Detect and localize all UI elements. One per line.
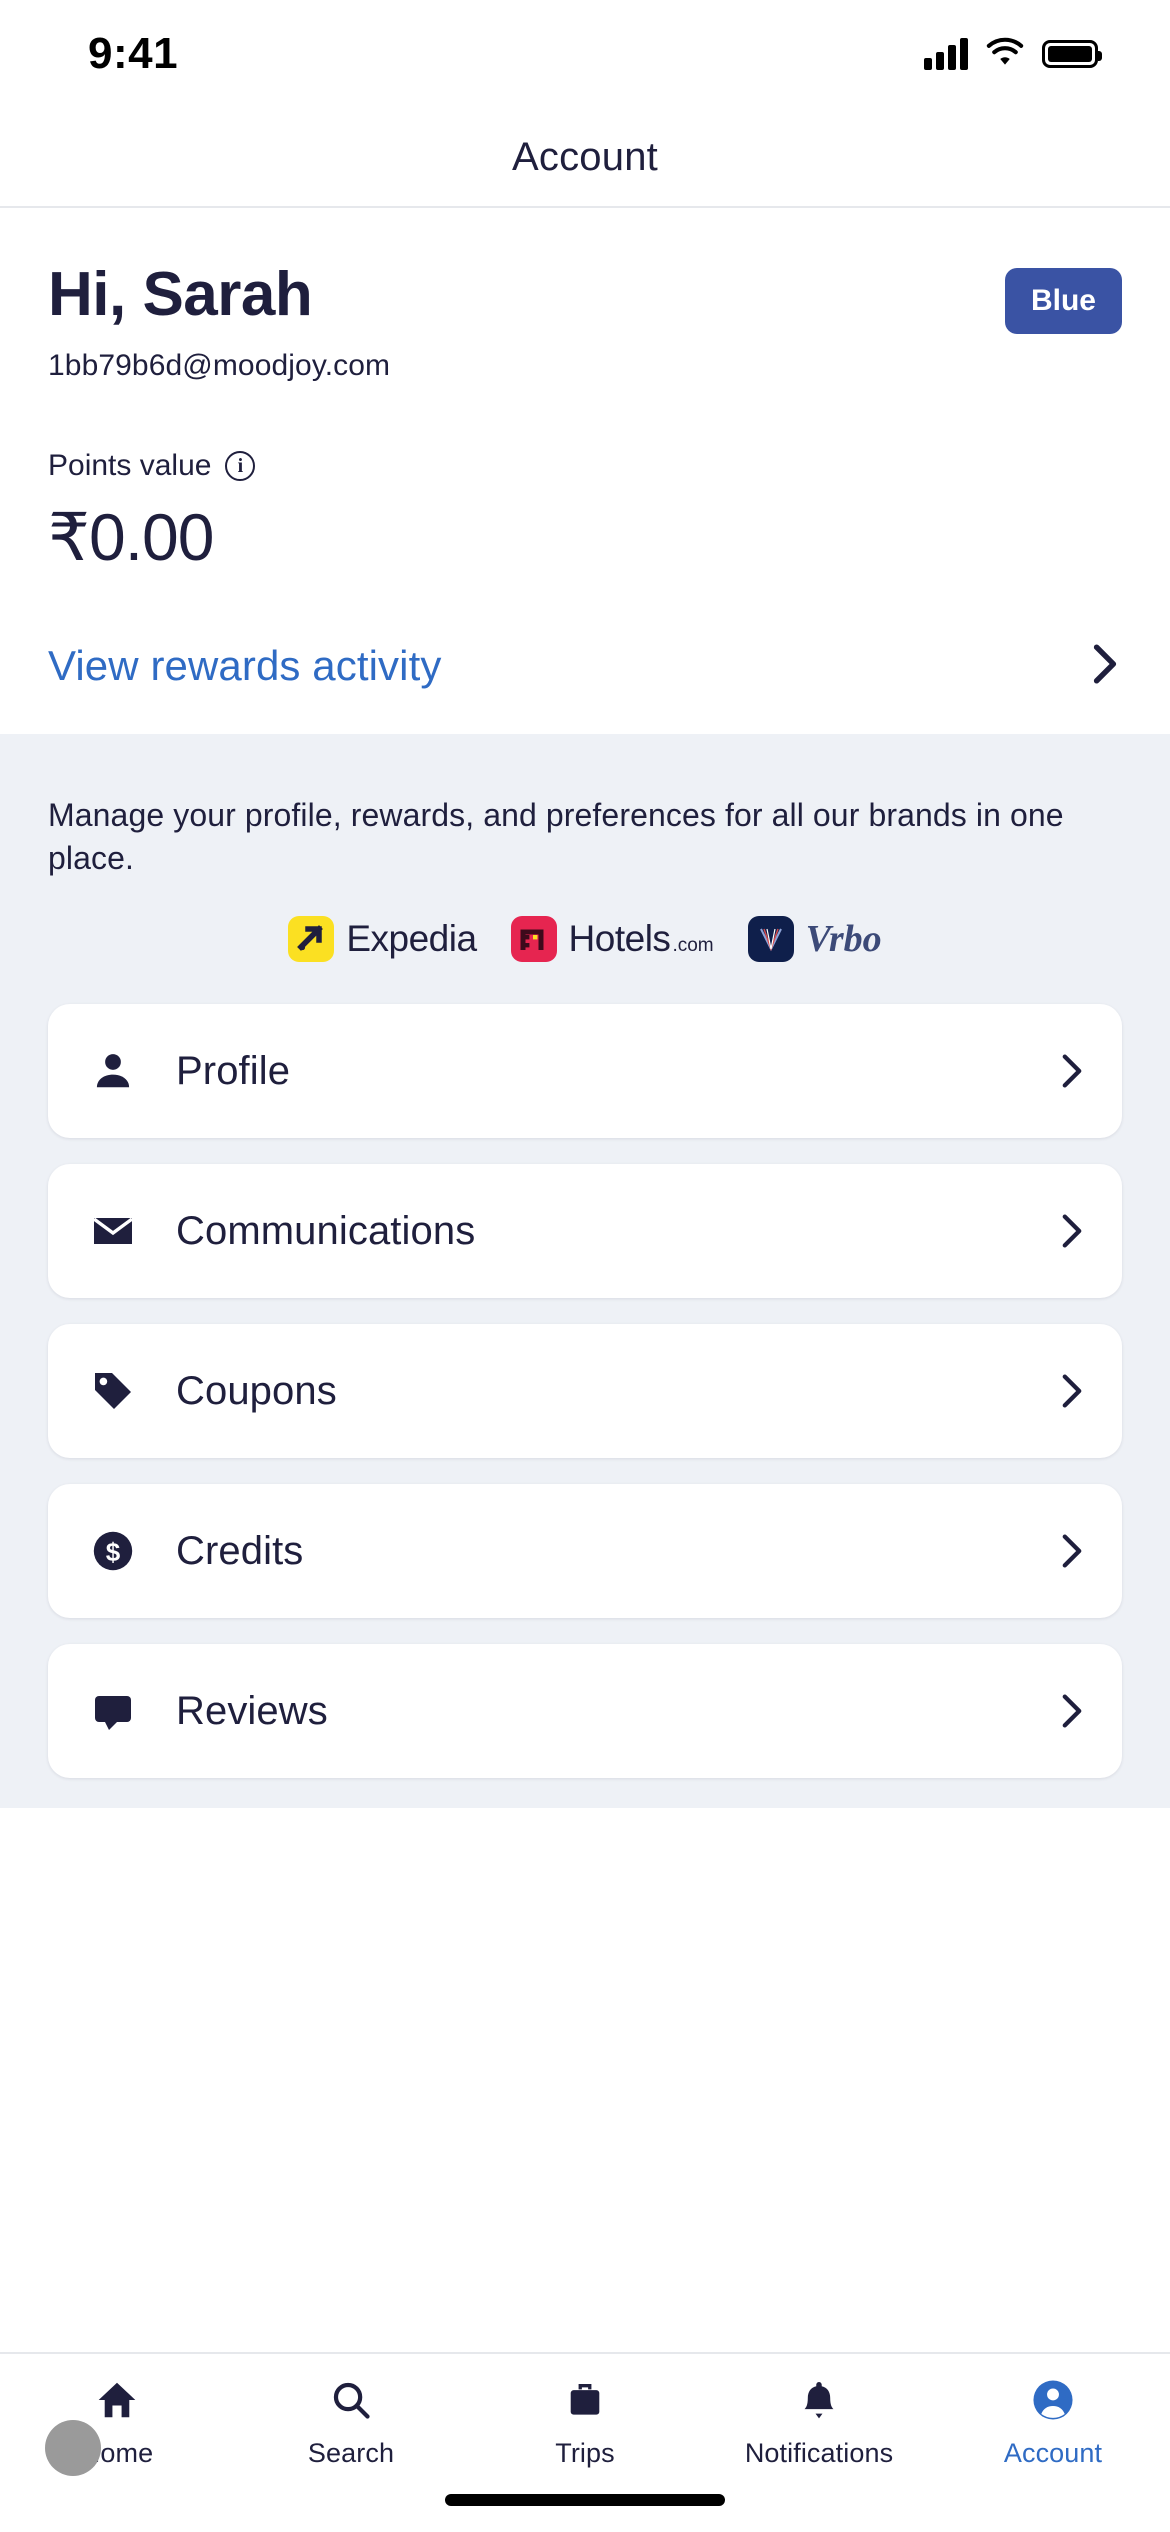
hero-top-row: Hi, Sarah 1bb79b6d@moodjoy.com Blue [48,262,1122,383]
menu-item-label: Reviews [176,1688,328,1733]
account-menu-list: Profile Communications Coupons $ Credits… [48,1004,1122,1808]
battery-icon [1042,40,1102,68]
menu-item-label: Communications [176,1208,476,1253]
tab-label: Trips [555,2438,615,2468]
status-bar-icons [924,37,1102,72]
brand-logos-row: Expedia Hotels .com Vrbo [48,916,1122,963]
tab-trips[interactable]: Trips [468,2376,702,2469]
menu-item-profile[interactable]: Profile [48,1004,1122,1139]
manage-description: Manage your profile, rewards, and prefer… [48,797,1064,877]
info-icon[interactable]: i [225,451,256,482]
tab-account[interactable]: Account [936,2376,1170,2469]
menu-item-credits[interactable]: $ Credits [48,1484,1122,1619]
account-circle-icon [1030,2376,1076,2424]
svg-text:$: $ [106,1537,121,1567]
chevron-right-icon [1088,643,1122,690]
expedia-logo-icon [288,916,335,963]
status-bar: 9:41 [0,0,1170,108]
menu-item-label: Profile [176,1048,291,1093]
scroll-content[interactable]: Hi, Sarah 1bb79b6d@moodjoy.com Blue Poin… [0,208,1170,2352]
wifi-icon [986,37,1024,72]
chevron-right-icon [1058,1053,1086,1089]
account-hero: Hi, Sarah 1bb79b6d@moodjoy.com Blue Poin… [0,208,1170,735]
user-email: 1bb79b6d@moodjoy.com [48,349,391,383]
menu-item-label: Credits [176,1528,304,1573]
menu-item-reviews[interactable]: Reviews [48,1644,1122,1779]
account-screen: 9:41 Account Hi, Sarah 1bb79b6d@moodjoy. [0,0,1170,2532]
bell-icon [797,2376,841,2424]
points-value-amount: ₹0.00 [48,500,214,575]
home-indicator [445,2494,725,2506]
tab-label: Account [1003,2438,1103,2468]
tab-search[interactable]: Search [234,2376,468,2469]
view-rewards-activity-row[interactable]: View rewards activity [48,642,1122,690]
brand-expedia-name: Expedia [346,918,477,960]
suitcase-icon [563,2376,607,2424]
hotels-logo-icon [510,916,557,963]
status-bar-time: 9:41 [88,29,179,78]
points-value-label: Points value [48,449,212,483]
view-rewards-activity-link[interactable]: View rewards activity [48,642,441,690]
user-identity-block: Hi, Sarah 1bb79b6d@moodjoy.com [48,262,390,383]
magnifier-icon [329,2376,373,2424]
review-icon [84,1687,142,1735]
brand-hotels-name: Hotels [568,918,671,960]
chevron-right-icon [1058,1213,1086,1249]
menu-item-label: Coupons [176,1368,337,1413]
cellular-signal-icon [924,38,968,70]
brand-expedia: Expedia [288,916,477,963]
dollar-circle-icon: $ [84,1527,142,1575]
person-icon [84,1048,142,1094]
house-icon [94,2376,140,2424]
brand-vrbo-name: Vrbo [805,918,882,961]
chevron-right-icon [1058,1533,1086,1569]
menu-item-communications[interactable]: Communications [48,1164,1122,1299]
tab-label: Notifications [744,2438,894,2468]
tab-notifications[interactable]: Notifications [702,2376,936,2469]
manage-section: Manage your profile, rewards, and prefer… [0,734,1170,1809]
touch-cursor-indicator [45,2420,101,2476]
greeting-text: Hi, Sarah [48,260,313,329]
brand-hotels-label: Hotels .com [569,918,714,960]
brand-vrbo-label: Vrbo [806,917,882,961]
tab-label: Search [307,2438,395,2468]
navigation-bar: Account [0,108,1170,208]
status-badge[interactable]: Blue [1004,268,1122,334]
chevron-right-icon [1058,1373,1086,1409]
chevron-right-icon [1058,1693,1086,1729]
tab-home[interactable]: Home [0,2376,234,2469]
brand-vrbo: Vrbo [747,916,882,963]
bottom-tab-bar: Home Search Trips Notifications Account [0,2352,1170,2532]
tag-icon [84,1367,142,1415]
menu-item-coupons[interactable]: Coupons [48,1324,1122,1459]
brand-hotels-suffix: .com [672,935,714,957]
envelope-icon [84,1207,142,1255]
points-value-row: Points value i [48,449,1122,483]
vrbo-logo-icon [747,916,794,963]
brand-expedia-label: Expedia [346,918,477,960]
page-title: Account [512,134,658,179]
brand-hotels: Hotels .com [510,916,714,963]
